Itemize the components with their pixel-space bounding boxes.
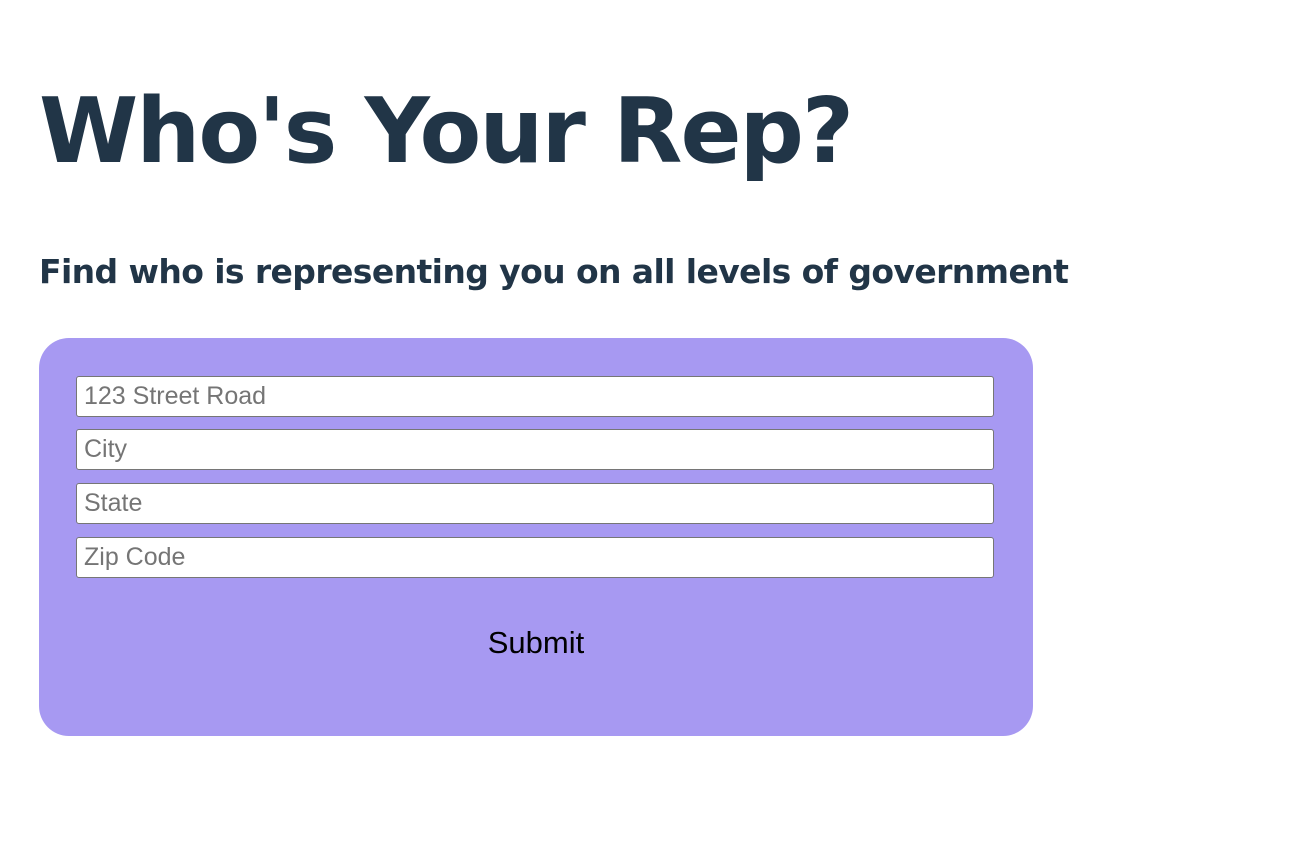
zip-code-input[interactable]	[76, 537, 994, 578]
address-form: Submit	[39, 338, 1033, 736]
state-input[interactable]	[76, 483, 994, 524]
submit-button[interactable]: Submit	[411, 618, 661, 668]
page-title: Who's Your Rep?	[39, 79, 854, 184]
street-address-input[interactable]	[76, 376, 994, 417]
page-subtitle: Find who is representing you on all leve…	[39, 252, 1069, 291]
city-input[interactable]	[76, 429, 994, 470]
